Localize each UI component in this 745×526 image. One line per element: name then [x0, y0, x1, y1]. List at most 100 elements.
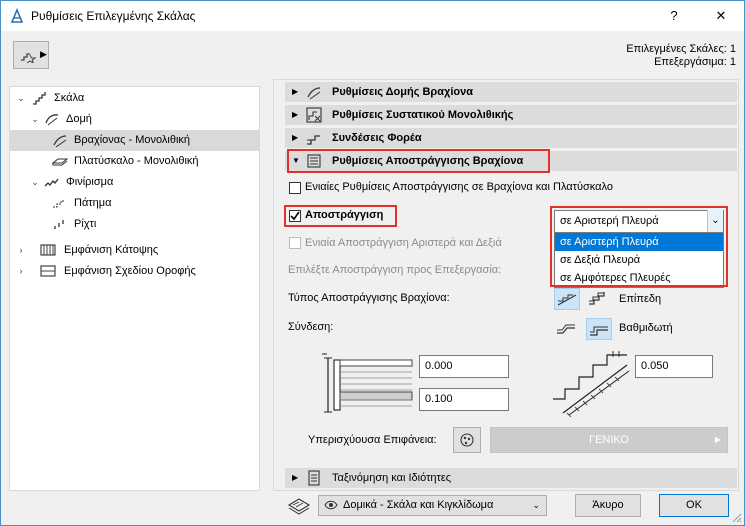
connection-stepped-icon	[590, 326, 608, 336]
drainage-type-label: Τύπος Αποστράγγισης Βραχίονα:	[288, 292, 450, 304]
flight-icon	[53, 135, 67, 148]
ceiling-plan-icon	[40, 265, 56, 277]
editable-count: Επεξεργάσιμα: 1	[654, 56, 736, 68]
surface-picker-button[interactable]	[453, 427, 481, 453]
close-button[interactable]: ✕	[698, 1, 744, 31]
tree-item-label: Πλατύσκαλο - Μονολιθική	[74, 155, 199, 167]
cancel-label: Άκυρο	[592, 499, 624, 511]
ok-button[interactable]: OK	[659, 494, 729, 517]
connection-stepped-button[interactable]	[586, 318, 612, 340]
tree-item-label: Δομή	[66, 113, 92, 125]
favorites-button[interactable]: ▶	[13, 41, 49, 69]
drainage-profile-diagram	[553, 351, 630, 417]
section-title: Συνδέσεις Φορέα	[332, 132, 422, 144]
layer-icon	[287, 498, 311, 515]
flight-structure-icon	[307, 87, 321, 100]
classification-icon	[308, 470, 320, 486]
section-classification[interactable]: ▶ Ταξινόμηση και Ιδιότητες	[285, 468, 737, 488]
surface-select[interactable]: ΓΕΝΙΚΟ ▶	[490, 427, 728, 453]
tree-item-label: Βραχίονας - Μονολιθική	[74, 134, 191, 146]
component-icon	[306, 107, 322, 123]
unified-drainage-label: Ενιαίες Ρυθμίσεις Αποστράγγισης σε Βραχί…	[305, 181, 613, 193]
surface-value: ΓΕΝΙΚΟ	[589, 434, 629, 446]
arrow-right-icon: ▶	[714, 435, 721, 444]
flat-type-button[interactable]	[554, 288, 580, 310]
expand-arrow-icon: ▶	[292, 110, 299, 119]
flat-drainage-icon	[557, 294, 577, 306]
riser-icon	[54, 220, 64, 229]
expand-arrow-icon: ▶	[292, 133, 299, 142]
tree-item-label: Ρίχτι	[74, 218, 97, 230]
drainage-offset-field-a[interactable]: 0.000	[419, 355, 509, 378]
unified-left-right-label: Ενιαία Αποστράγγιση Αριστερά και Δεξιά	[305, 237, 502, 249]
structure-icon	[45, 114, 59, 126]
dialog-window: Ρυθμίσεις Επιλεγμένης Σκάλας ? ✕ ▶ Επιλε…	[0, 0, 745, 526]
stepped-type-button[interactable]	[586, 288, 612, 310]
section-title: Ρυθμίσεις Δομής Βραχίονα	[332, 86, 473, 98]
unified-left-right-checkbox[interactable]	[289, 237, 301, 249]
tree-item-label: Εμφάνιση Σχεδίου Οροφής	[64, 265, 196, 277]
field-value: 0.050	[641, 360, 669, 372]
surface-brush-icon	[460, 433, 474, 447]
highlight-box	[287, 149, 550, 173]
eye-icon	[324, 500, 338, 510]
resize-grip-icon[interactable]	[730, 511, 742, 523]
chevron-right-icon[interactable]: ›	[16, 261, 26, 282]
expand-arrow-icon: ▶	[292, 87, 299, 96]
drainage-offset-field-b[interactable]: 0.100	[419, 388, 509, 411]
tree-item-landing-monolithic[interactable]: Πλατύσκαλο - Μονολιθική	[10, 151, 259, 172]
tree-item-stair[interactable]: ⌄ Σκάλα	[10, 88, 259, 109]
stringer-icon	[307, 135, 320, 145]
chevron-down-icon[interactable]: ⌄	[30, 172, 40, 193]
title-bar: Ρυθμίσεις Επιλεγμένης Σκάλας ? ✕	[1, 1, 744, 31]
chevron-right-icon[interactable]: ›	[16, 240, 26, 261]
tree-item-riser[interactable]: Ρίχτι	[10, 214, 259, 235]
cancel-button[interactable]: Άκυρο	[575, 494, 641, 517]
tree-item-finish[interactable]: ⌄ Φινίρισμα	[10, 172, 259, 193]
stair-icon	[33, 92, 46, 105]
tree-item-label: Φινίρισμα	[66, 176, 114, 188]
section-stringer-connections[interactable]: ▶ Συνδέσεις Φορέα	[285, 128, 737, 148]
expand-arrow-icon: ▶	[292, 473, 299, 482]
choose-drainage-label: Επιλέξτε Αποστράγγιση προς Επεξεργασία:	[288, 264, 502, 276]
section-flight-structure[interactable]: ▶ Ρυθμίσεις Δομής Βραχίονα	[285, 82, 737, 102]
tree-item-label: Πάτημα	[74, 197, 112, 209]
floor-plan-icon	[40, 244, 56, 256]
tree-item-label: Εμφάνιση Κάτοψης	[64, 244, 159, 256]
connection-flat-icon	[557, 324, 575, 334]
connection-label: Σύνδεση:	[288, 321, 334, 333]
unified-drainage-checkbox[interactable]	[289, 182, 301, 194]
tree-item-tread[interactable]: Πάτημα	[10, 193, 259, 214]
drainage-depth-field[interactable]: 0.050	[635, 355, 713, 378]
settings-tree: ⌄ Σκάλα ⌄ Δομή Βραχίονας - Μονολιθική Πλ…	[9, 86, 260, 491]
field-value: 0.000	[425, 360, 453, 372]
window-title: Ρυθμίσεις Επιλεγμένης Σκάλας	[31, 9, 196, 23]
connection-flat-button[interactable]	[554, 318, 580, 340]
favorites-arrow-icon: ▶	[40, 49, 47, 59]
tree-item-label: Σκάλα	[54, 92, 85, 104]
connection-value: Βαθμιδωτή	[619, 322, 673, 334]
tree-item-flight-monolithic[interactable]: Βραχίονας - Μονολιθική	[10, 130, 259, 151]
stepped-drainage-icon	[589, 292, 605, 305]
selected-count: Επιλεγμένες Σκάλες: 1	[626, 43, 736, 55]
section-title: Ρυθμίσεις Συστατικού Μονολιθικής	[332, 109, 514, 121]
tree-item-structure[interactable]: ⌄ Δομή	[10, 109, 259, 130]
chevron-down-icon[interactable]: ⌄	[30, 109, 40, 130]
finish-icon	[44, 178, 59, 187]
tread-icon	[53, 200, 65, 208]
section-title: Ταξινόμηση και Ιδιότητες	[332, 472, 452, 484]
override-surface-label: Υπερισχύουσα Επιφάνεια:	[308, 434, 437, 446]
field-value: 0.100	[425, 393, 453, 405]
layer-value: Δομικά - Σκάλα και Κιγκλίδωμα	[343, 499, 494, 511]
app-icon	[10, 8, 24, 23]
layer-select[interactable]: Δομικά - Σκάλα και Κιγκλίδωμα ⌄	[318, 495, 547, 516]
tree-item-floor-plan[interactable]: › Εμφάνιση Κάτοψης	[10, 240, 259, 261]
section-monolithic-component[interactable]: ▶ Ρυθμίσεις Συστατικού Μονολιθικής	[285, 105, 737, 125]
highlight-box	[550, 206, 728, 287]
chevron-down-icon[interactable]: ⌄	[16, 88, 26, 109]
landing-icon	[52, 158, 68, 166]
help-button[interactable]: ?	[651, 1, 697, 31]
favorites-stair-icon	[21, 53, 37, 63]
tree-item-ceiling-plan[interactable]: › Εμφάνιση Σχεδίου Οροφής	[10, 261, 259, 282]
chevron-down-icon: ⌄	[532, 500, 540, 510]
